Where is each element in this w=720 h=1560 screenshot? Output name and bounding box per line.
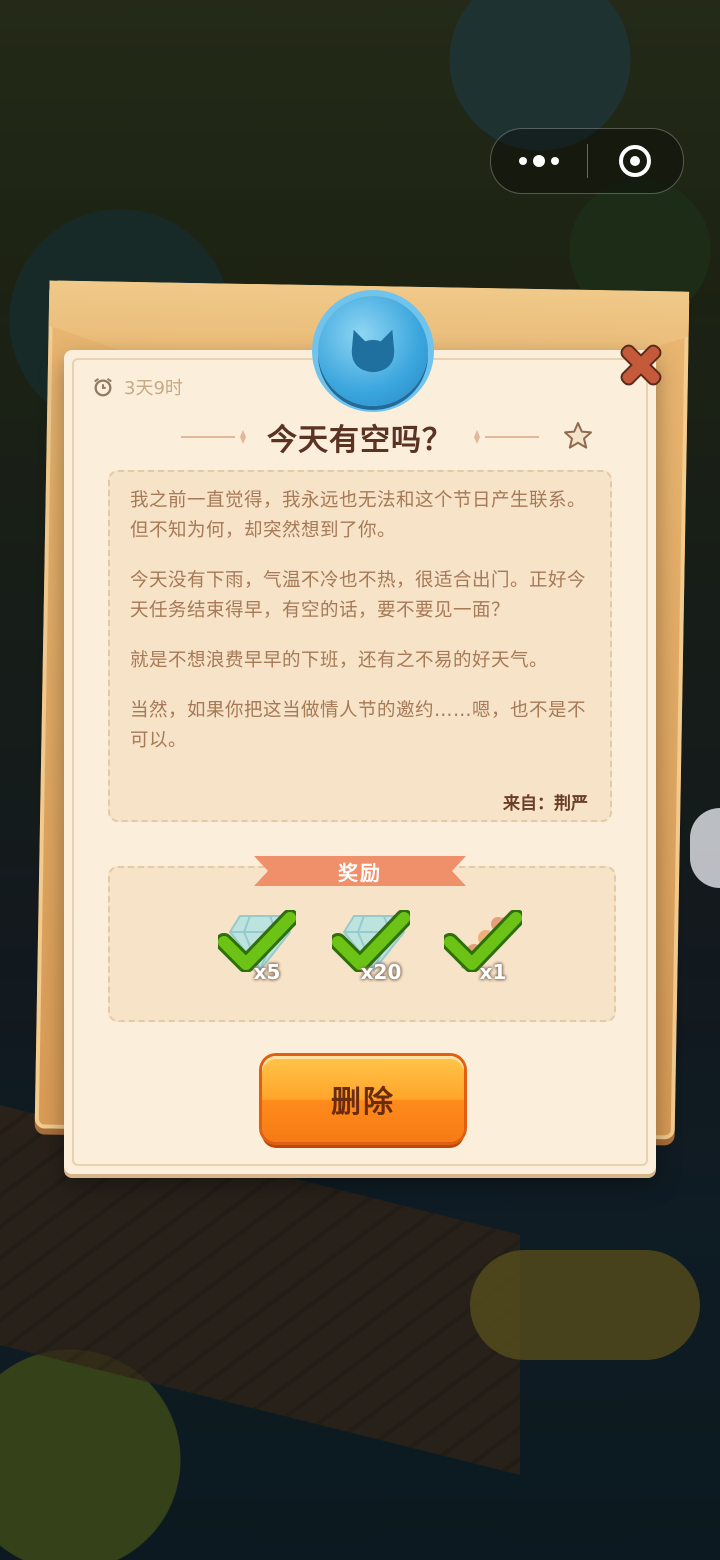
cat-face-icon — [351, 329, 395, 373]
favorite-star-icon[interactable] — [562, 420, 594, 452]
target-circle-icon — [619, 145, 652, 177]
alarm-clock-icon — [94, 377, 112, 397]
letter-body: 我之前一直觉得，我永远也无法和这个节日产生联系。但不知为何，却突然想到了你。 今… — [108, 470, 612, 822]
reward-count: x5 — [253, 960, 281, 984]
close-icon[interactable] — [612, 336, 670, 394]
expiry-timer: 3天9时 — [92, 374, 183, 400]
reward-count: x20 — [360, 960, 402, 984]
sender-name: 荆严 — [554, 794, 588, 814]
letter-sender: 来自：荆严 — [503, 789, 588, 814]
timer-text: 3天9时 — [124, 378, 183, 399]
reward-item-diamond[interactable]: x5 — [218, 906, 306, 994]
title-ornament-left — [181, 430, 246, 444]
more-options-button[interactable] — [491, 129, 587, 193]
miniprogram-capsule — [490, 128, 684, 194]
exit-miniprogram-button[interactable] — [588, 129, 684, 193]
letter-title: 今天有空吗？ — [267, 423, 453, 458]
sender-label: 来自： — [503, 794, 554, 814]
reward-item-diamond[interactable]: x20 — [332, 906, 420, 994]
reward-title: 奖励 — [338, 860, 382, 885]
reward-count: x1 — [479, 960, 507, 984]
wax-seal — [318, 296, 428, 406]
letter-paragraph: 当然，如果你把这当做情人节的邀约……嗯，也不是不可以。 — [130, 700, 587, 751]
letter-paragraph: 今天没有下雨，气温不冷也不热，很适合出门。正好今天任务结束得早，有空的话，要不要… — [130, 570, 587, 621]
delete-button[interactable]: 删除 — [262, 1056, 464, 1142]
more-dots-icon — [518, 155, 559, 167]
letter-paragraph: 我之前一直觉得，我永远也无法和这个节日产生联系。但不知为何，却突然想到了你。 — [130, 490, 587, 541]
letter-paragraph: 就是不想浪费早早的下班，还有之不易的好天气。 — [130, 650, 549, 671]
reward-banner: 奖励 — [254, 852, 466, 890]
reward-item-food[interactable]: x1 — [444, 906, 532, 994]
title-ornament-right — [474, 430, 539, 444]
